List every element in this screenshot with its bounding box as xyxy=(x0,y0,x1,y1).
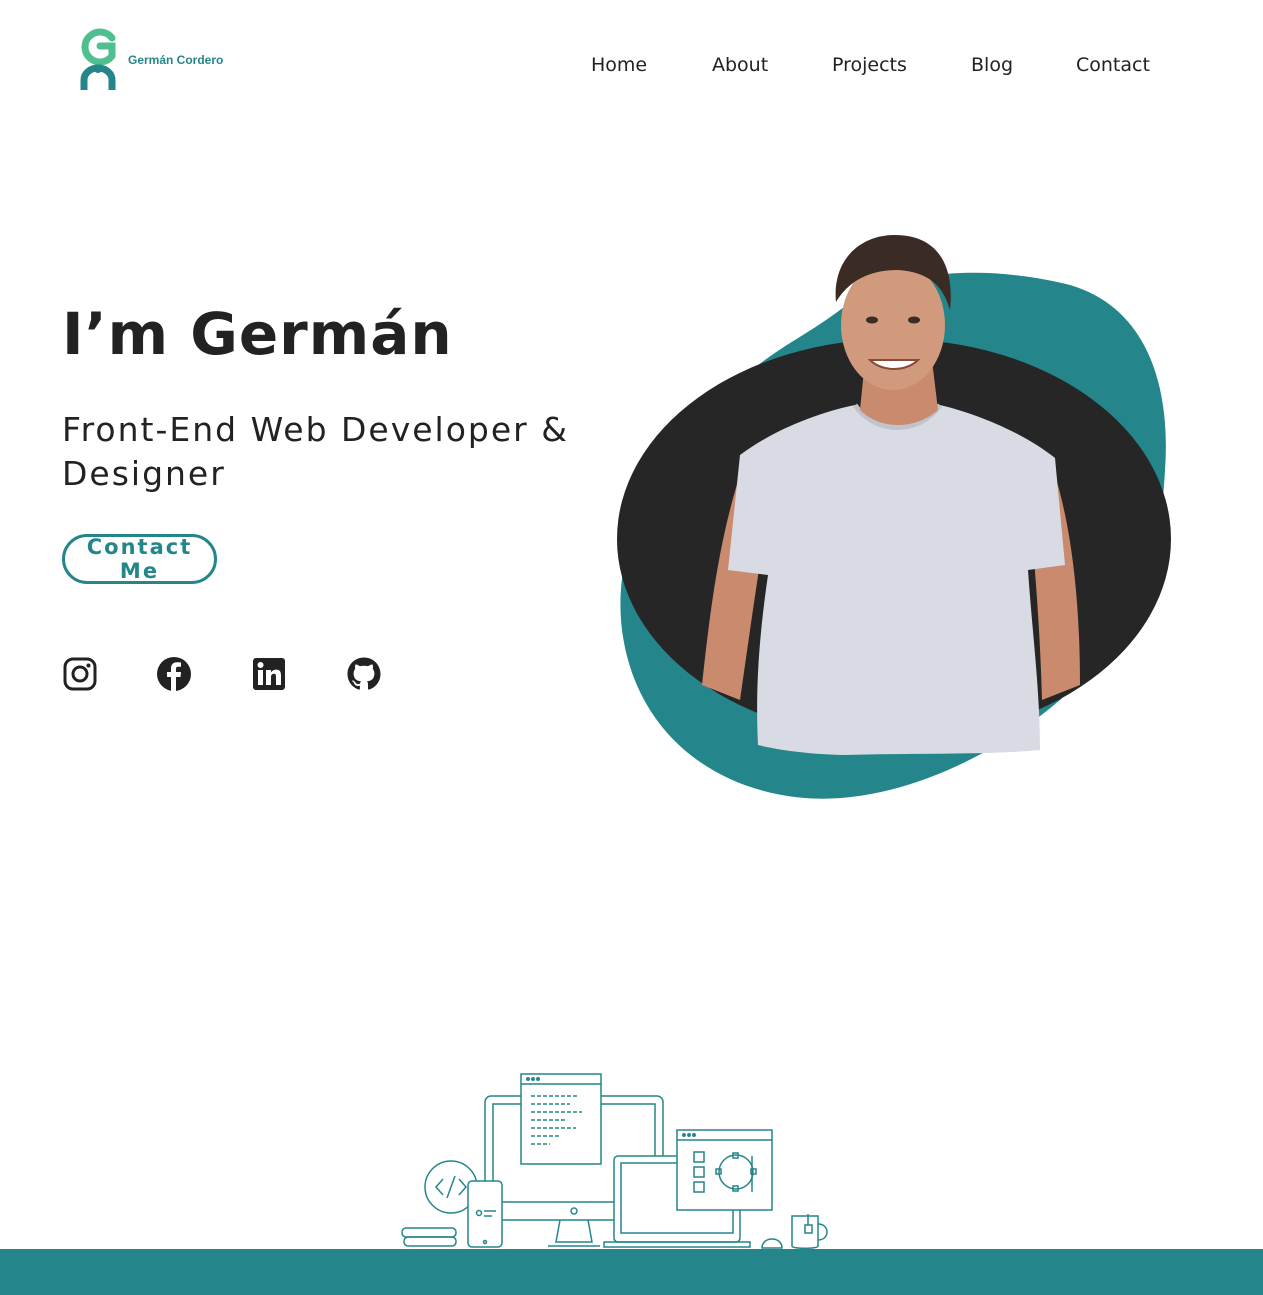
nav-contact[interactable]: Contact xyxy=(1076,54,1150,76)
brand-logo[interactable]: Germán Cordero xyxy=(78,28,223,92)
hero-subtitle: Front-End Web Developer & Designer xyxy=(62,410,569,493)
devices-illustration xyxy=(400,1068,840,1252)
profile-photo xyxy=(610,230,1180,805)
nav-home[interactable]: Home xyxy=(591,54,647,76)
facebook-icon[interactable] xyxy=(156,656,192,692)
brand-name: Germán Cordero xyxy=(128,53,224,67)
nav-blog[interactable]: Blog xyxy=(971,54,1013,76)
instagram-icon[interactable] xyxy=(62,656,98,692)
footer-bar xyxy=(0,1249,1263,1295)
contact-me-button[interactable]: Contact Me xyxy=(62,534,217,584)
hero-title: I’m Germán xyxy=(62,300,453,368)
github-icon[interactable] xyxy=(346,656,382,692)
nav-about[interactable]: About xyxy=(712,54,768,76)
nav-projects[interactable]: Projects xyxy=(832,54,907,76)
gc-monogram-logo xyxy=(80,28,116,90)
linkedin-icon[interactable] xyxy=(251,656,287,692)
